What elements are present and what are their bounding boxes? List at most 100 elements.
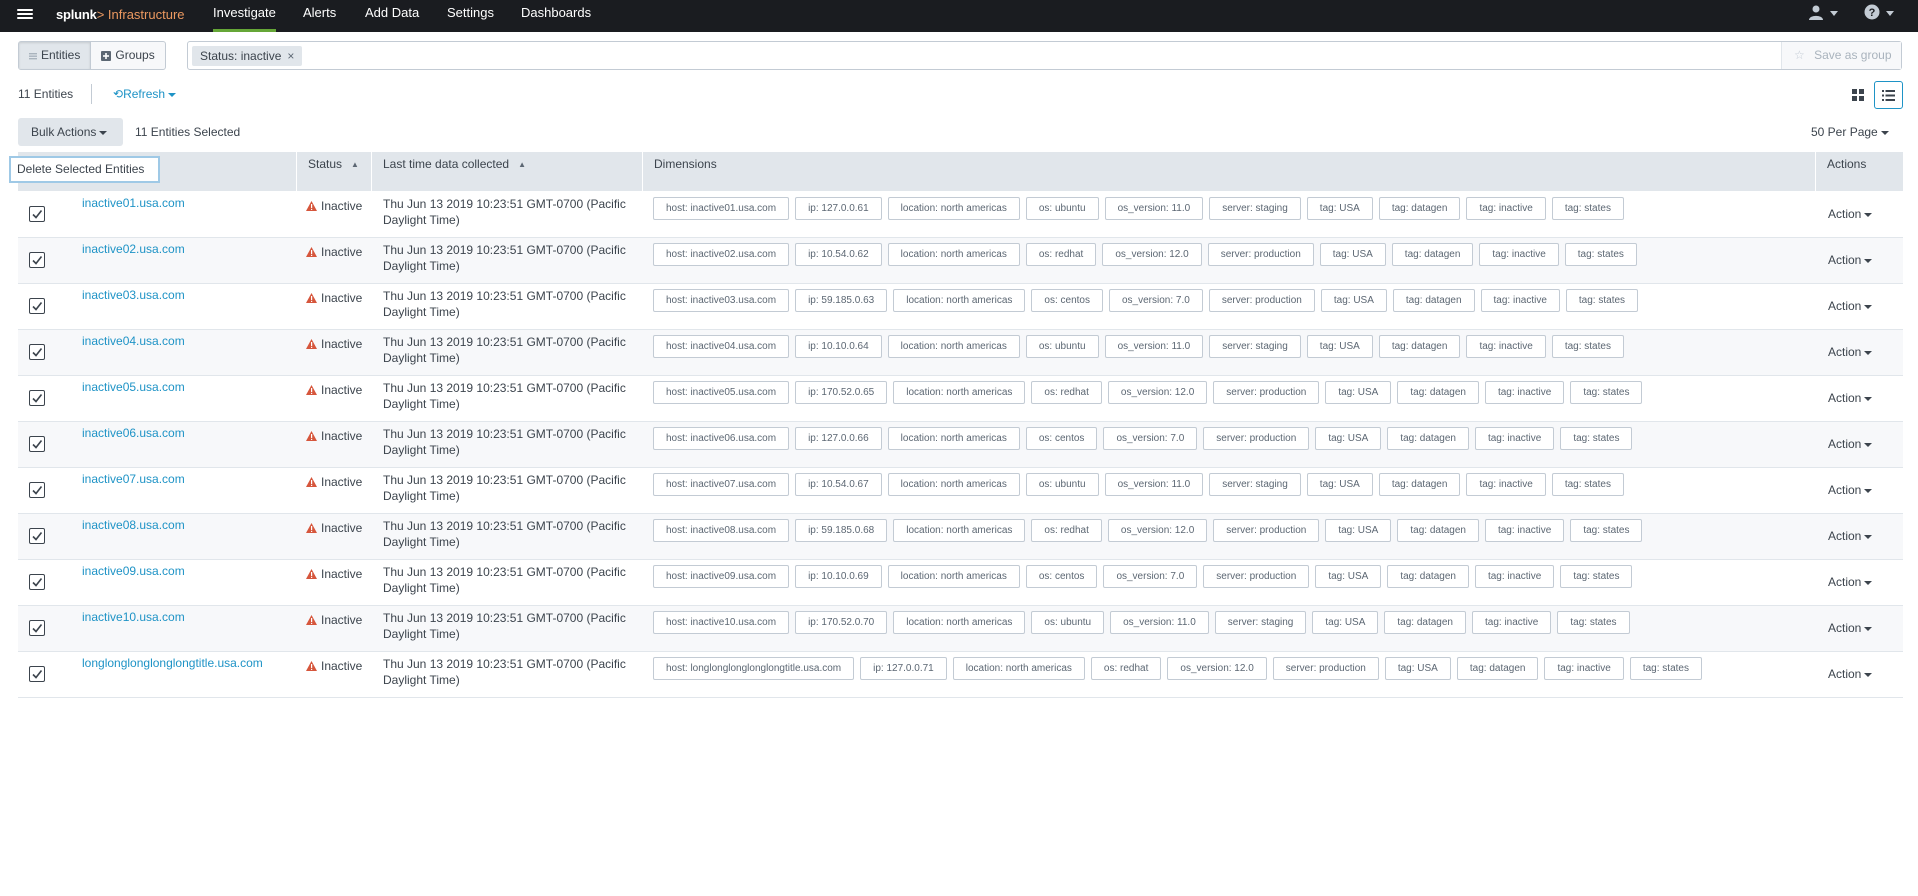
dimension-pill[interactable]: host: longlonglonglonglongtitle.usa.com (653, 657, 855, 680)
row-checkbox[interactable] (29, 390, 45, 406)
dimension-pill[interactable]: server: staging (1209, 335, 1301, 358)
dimension-pill[interactable]: location: north americas (887, 473, 1020, 496)
dimension-pill[interactable]: tag: inactive (1466, 335, 1546, 358)
dimension-pill[interactable]: server: production (1208, 289, 1315, 312)
nav-settings[interactable]: Settings (447, 0, 494, 32)
dimension-pill[interactable]: tag: USA (1312, 611, 1379, 634)
row-action-menu[interactable]: Action (1828, 667, 1873, 681)
groups-tab[interactable]: Groups (91, 42, 164, 69)
card-view-button[interactable] (1845, 81, 1872, 108)
bulk-actions-button[interactable]: Bulk Actions (18, 118, 123, 146)
dimension-pill[interactable]: ip: 10.54.0.67 (795, 473, 882, 496)
dimension-pill[interactable]: tag: states (1557, 611, 1630, 634)
dimension-pill[interactable]: ip: 10.10.0.64 (795, 335, 882, 358)
row-action-menu[interactable]: Action (1828, 575, 1873, 589)
refresh-button[interactable]: ⟲Refresh (113, 87, 177, 101)
dimension-pill[interactable]: os_version: 11.0 (1104, 197, 1204, 220)
dimension-pill[interactable]: tag: inactive (1480, 289, 1560, 312)
dimension-pill[interactable]: ip: 10.10.0.69 (795, 565, 882, 588)
dimension-pill[interactable]: host: inactive09.usa.com (653, 565, 790, 588)
row-checkbox[interactable] (29, 574, 45, 590)
row-checkbox[interactable] (29, 528, 45, 544)
nav-dashboards[interactable]: Dashboards (521, 0, 591, 32)
dimension-pill[interactable]: os: centos (1025, 565, 1098, 588)
dimension-pill[interactable]: tag: inactive (1472, 611, 1552, 634)
dimension-pill[interactable]: os: redhat (1031, 381, 1102, 404)
dimension-pill[interactable]: tag: inactive (1484, 519, 1565, 542)
row-checkbox[interactable] (29, 252, 45, 268)
dimension-pill[interactable]: tag: states (1570, 381, 1643, 404)
dimension-pill[interactable]: os_version: 11.0 (1104, 473, 1204, 496)
dimension-pill[interactable]: location: north americas (887, 565, 1020, 588)
entity-name-link[interactable]: inactive03.usa.com (82, 288, 185, 302)
dimension-pill[interactable]: tag: USA (1325, 519, 1392, 542)
dimension-pill[interactable]: tag: states (1560, 427, 1633, 450)
dimension-pill[interactable]: tag: datagen (1391, 243, 1474, 266)
dimension-pill[interactable]: location: north americas (893, 381, 1026, 404)
dimension-pill[interactable]: os: redhat (1090, 657, 1162, 680)
dimension-pill[interactable]: os_version: 12.0 (1107, 381, 1208, 404)
dimension-pill[interactable]: tag: states (1560, 565, 1633, 588)
entity-name-link[interactable]: inactive06.usa.com (82, 426, 185, 440)
dimension-pill[interactable]: os: ubuntu (1025, 197, 1099, 220)
dimension-pill[interactable]: tag: states (1565, 289, 1639, 312)
dimension-pill[interactable]: tag: inactive (1474, 427, 1555, 450)
entity-name-link[interactable]: inactive10.usa.com (82, 610, 185, 624)
dimension-pill[interactable]: tag: datagen (1387, 427, 1469, 450)
dimension-pill[interactable]: tag: states (1551, 197, 1624, 220)
dimension-pill[interactable]: tag: datagen (1387, 565, 1469, 588)
dimension-pill[interactable]: server: production (1272, 657, 1379, 680)
user-menu[interactable] (1808, 4, 1844, 24)
row-action-menu[interactable]: Action (1828, 253, 1873, 267)
entity-name-link[interactable]: inactive01.usa.com (82, 196, 185, 210)
dimension-pill[interactable]: ip: 170.52.0.70 (795, 611, 888, 634)
dimension-pill[interactable]: tag: datagen (1392, 289, 1475, 312)
entities-tab[interactable]: Entities (19, 42, 91, 69)
app-brand[interactable]: splunk> Infrastructure (56, 7, 185, 23)
dimension-pill[interactable]: server: staging (1214, 611, 1307, 634)
dimension-pill[interactable]: tag: datagen (1397, 519, 1479, 542)
row-checkbox[interactable] (29, 482, 45, 498)
per-page-select[interactable]: 50 Per Page (1811, 125, 1889, 139)
dimension-pill[interactable]: server: production (1203, 565, 1310, 588)
dimension-pill[interactable]: server: staging (1209, 473, 1301, 496)
dimension-pill[interactable]: tag: states (1629, 657, 1702, 680)
dimension-pill[interactable]: host: inactive07.usa.com (653, 473, 790, 496)
dimension-pill[interactable]: host: inactive06.usa.com (653, 427, 790, 450)
dimension-pill[interactable]: location: north americas (887, 335, 1020, 358)
dimension-pill[interactable]: tag: states (1570, 519, 1643, 542)
dimension-pill[interactable]: server: production (1213, 519, 1320, 542)
dimension-pill[interactable]: ip: 127.0.0.61 (795, 197, 882, 220)
dimension-pill[interactable]: host: inactive10.usa.com (653, 611, 790, 634)
save-as-group-button[interactable]: ☆ Save as group (1781, 42, 1901, 69)
dimension-pill[interactable]: location: north americas (887, 197, 1020, 220)
close-icon[interactable]: × (287, 46, 294, 66)
dimension-pill[interactable]: location: north americas (893, 519, 1026, 542)
dimension-pill[interactable]: os: ubuntu (1025, 335, 1099, 358)
row-action-menu[interactable]: Action (1828, 483, 1873, 497)
dimension-pill[interactable]: tag: inactive (1466, 197, 1546, 220)
dimension-pill[interactable]: tag: states (1564, 243, 1637, 266)
filter-chip-status[interactable]: Status: inactive × (192, 46, 303, 66)
dimension-pill[interactable]: host: inactive03.usa.com (653, 289, 790, 312)
row-checkbox[interactable] (29, 666, 45, 682)
dimension-pill[interactable]: host: inactive01.usa.com (653, 197, 790, 220)
dimension-pill[interactable]: tag: inactive (1479, 243, 1559, 266)
dimension-pill[interactable]: os_version: 7.0 (1109, 289, 1203, 312)
dimension-pill[interactable]: ip: 127.0.0.66 (795, 427, 882, 450)
dimension-pill[interactable]: tag: datagen (1378, 473, 1461, 496)
dimension-pill[interactable]: tag: USA (1320, 289, 1387, 312)
dimension-pill[interactable]: host: inactive05.usa.com (653, 381, 790, 404)
dimension-pill[interactable]: os: redhat (1025, 243, 1097, 266)
dimension-pill[interactable]: host: inactive08.usa.com (653, 519, 790, 542)
entity-name-link[interactable]: inactive08.usa.com (82, 518, 185, 532)
help-menu[interactable]: ? (1862, 4, 1898, 24)
dimension-pill[interactable]: host: inactive04.usa.com (653, 335, 790, 358)
dimension-pill[interactable]: location: north americas (887, 243, 1020, 266)
dimension-pill[interactable]: host: inactive02.usa.com (653, 243, 790, 266)
entity-name-link[interactable]: inactive09.usa.com (82, 564, 185, 578)
dimension-pill[interactable]: os_version: 11.0 (1110, 611, 1209, 634)
filter-input[interactable]: Status: inactive × ☆ Save as group (187, 41, 1902, 70)
dimension-pill[interactable]: os_version: 7.0 (1103, 427, 1198, 450)
dimension-pill[interactable]: tag: datagen (1384, 611, 1466, 634)
